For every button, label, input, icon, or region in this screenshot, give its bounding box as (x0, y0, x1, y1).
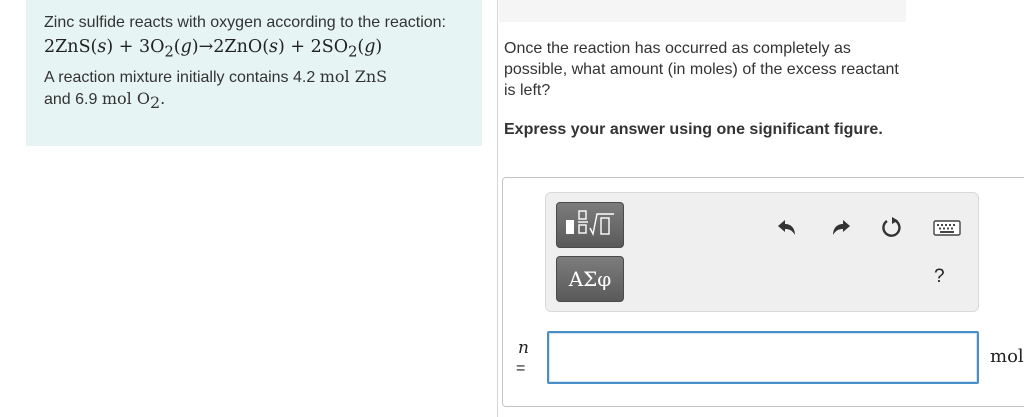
answer-input[interactable] (547, 331, 979, 384)
problem-intro: Zinc sulfide reacts with oxygen accordin… (44, 14, 446, 31)
undo-icon (778, 220, 795, 235)
answer-unit: mol (990, 346, 1024, 367)
keyboard-icon (933, 220, 961, 236)
initial-amount-o2: and 6.9 mol O2. (44, 88, 166, 112)
redo-button[interactable] (826, 213, 856, 243)
reset-icon (882, 217, 901, 237)
help-button[interactable]: ? (934, 266, 945, 288)
problem-panel: Zinc sulfide reacts with oxygen accordin… (26, 0, 482, 146)
question-text: Once the reaction has occurred as comple… (504, 40, 899, 99)
initial-amount-zns: A reaction mixture initially contains 4.… (44, 66, 388, 86)
templates-button[interactable] (556, 202, 624, 248)
keyboard-button[interactable] (932, 213, 962, 243)
equals-sign: = (516, 360, 526, 377)
undo-button[interactable] (772, 213, 802, 243)
templates-icon (563, 208, 617, 243)
reaction-equation: 2ZnS(s) + 3O2(g)→2ZnO(s) + 2SO2(g) (44, 37, 383, 61)
answer-instruction: Express your answer using one significan… (504, 121, 883, 138)
greek-symbols-button[interactable]: ΑΣφ (556, 256, 624, 302)
redo-icon (833, 220, 850, 235)
answer-variable: n (518, 338, 529, 358)
column-divider (497, 0, 498, 417)
reset-button[interactable] (877, 213, 907, 243)
math-toolbar: ΑΣφ ? (545, 192, 979, 312)
greek-symbols-icon: ΑΣφ (568, 267, 612, 291)
help-icon: ? (934, 266, 945, 287)
previous-part-strip (499, 0, 906, 22)
